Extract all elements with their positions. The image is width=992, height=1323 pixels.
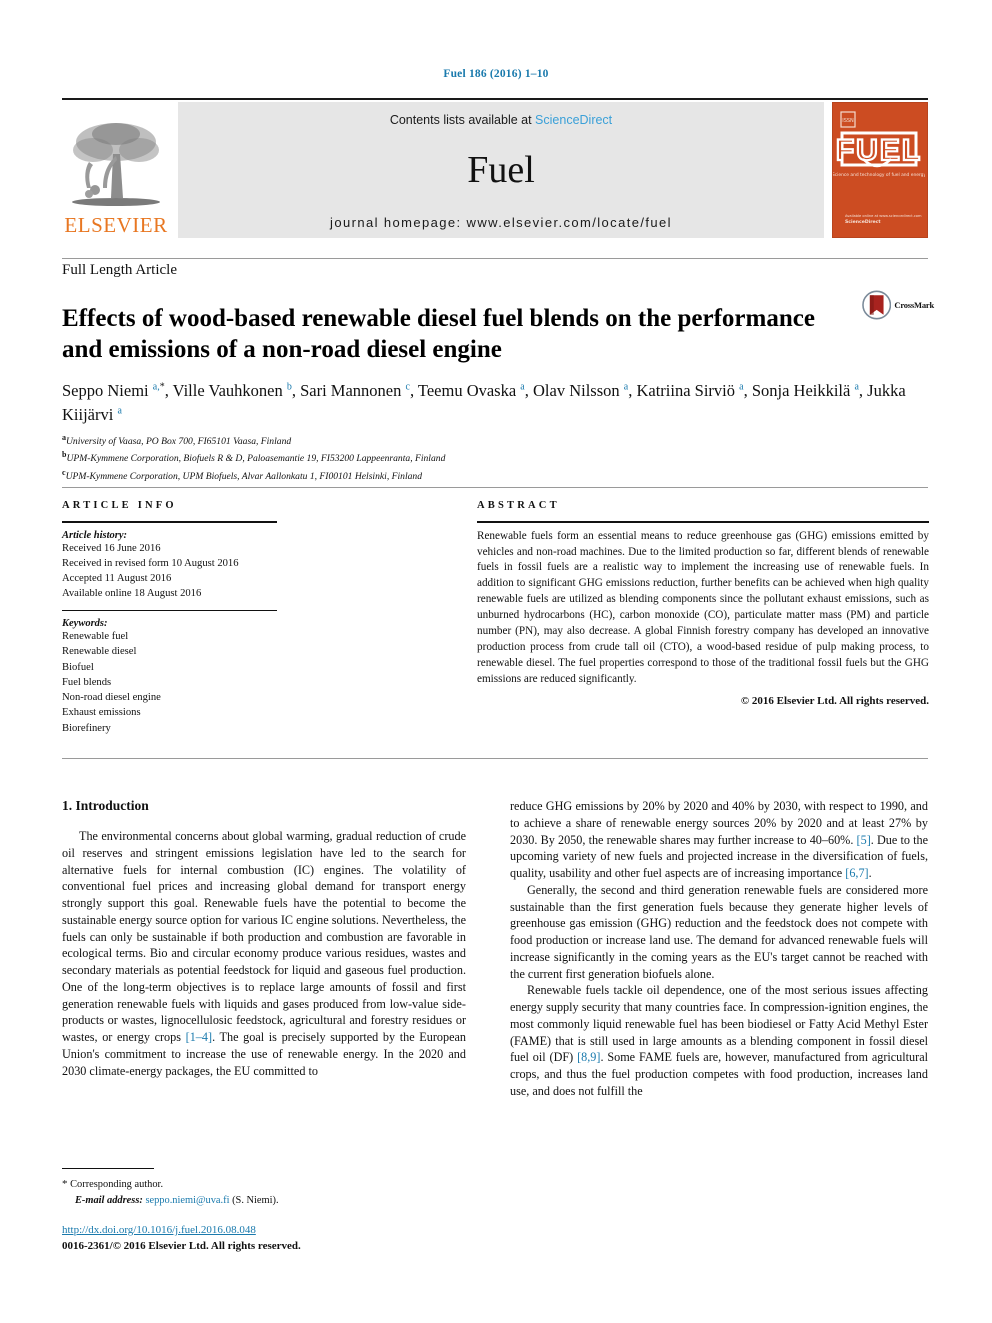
journal-homepage-link[interactable]: journal homepage: www.elsevier.com/locat… [330, 215, 672, 230]
email-line: E-mail address: seppo.niemi@uva.fi (S. N… [62, 1193, 462, 1209]
crossmark-badge[interactable]: CrossMark [862, 288, 934, 322]
email-link[interactable]: seppo.niemi@uva.fi [145, 1195, 229, 1206]
affiliation-text: UPM-Kymmene Corporation, UPM Biofuels, A… [65, 470, 422, 482]
keyword-item: Fuel blends [62, 676, 112, 688]
article-history-list: Received 16 June 2016 Received in revise… [62, 541, 422, 602]
abstract-copyright: © 2016 Elsevier Ltd. All rights reserved… [740, 694, 929, 707]
body-column-left: 1. Introduction The environmental concer… [62, 798, 466, 1079]
abstract-heading: ABSTRACT [477, 500, 560, 511]
email-label: E-mail address: [75, 1194, 143, 1206]
svg-text:Science and technology of fuel: Science and technology of fuel and energ… [833, 172, 925, 178]
keyword-item: Biorefinery [62, 722, 111, 734]
journal-cover-art: ISSN FUEL Science and technology of fuel… [833, 103, 926, 237]
affiliation-text: University of Vaasa, PO Box 700, FI65101… [66, 436, 292, 448]
article-history-label: Article history: [62, 529, 128, 541]
info-band-top-rule [62, 487, 928, 488]
contents-prefix: Contents lists available at [389, 113, 536, 127]
history-item: Received in revised form 10 August 2016 [62, 557, 239, 569]
article-info-rule [62, 521, 277, 523]
article-type-label: Full Length Article [62, 262, 177, 278]
affiliation-item: aUniversity of Vaasa, PO Box 700, FI6510… [62, 432, 762, 449]
crossmark-label: CrossMark [894, 300, 934, 310]
journal-band: Contents lists available at ScienceDirec… [178, 102, 824, 238]
elsevier-tree-icon [72, 123, 160, 206]
affiliation-text: UPM-Kymmene Corporation, Biofuels R & D,… [66, 453, 446, 465]
contents-available-line: Contents lists available at ScienceDirec… [390, 113, 612, 127]
abstract-rule [477, 521, 929, 523]
affiliation-item: bUPM-Kymmene Corporation, Biofuels R & D… [62, 449, 762, 466]
keyword-item: Renewable diesel [62, 646, 137, 658]
body-column-right: reduce GHG emissions by 20% by 2020 and … [510, 798, 928, 1100]
svg-text:FUEL: FUEL [836, 134, 922, 167]
svg-text:ISSN: ISSN [842, 118, 854, 124]
info-band-bottom-rule [62, 758, 928, 759]
keywords-label: Keywords: [62, 618, 108, 630]
svg-text:Available online at www.scienc: Available online at www.sciencedirect.co… [845, 214, 922, 218]
sciencedirect-link[interactable]: ScienceDirect [535, 113, 612, 127]
svg-text:ScienceDirect: ScienceDirect [845, 219, 881, 225]
email-owner: (S. Niemi). [232, 1194, 279, 1206]
page-title: Effects of wood-based renewable diesel f… [62, 304, 815, 364]
keywords-list: Renewable fuel Renewable diesel Biofuel … [62, 629, 422, 736]
corresponding-author-line: * Corresponding author. [62, 1176, 462, 1193]
corresponding-author-text: Corresponding author. [70, 1179, 164, 1190]
section-heading-introduction: 1. Introduction [62, 798, 149, 813]
abstract-column: ABSTRACT Renewable fuels form an essenti… [477, 500, 929, 707]
crossmark-icon [862, 290, 892, 320]
asterisk-icon: * [62, 1178, 68, 1190]
elsevier-wordmark: ELSEVIER [64, 213, 168, 237]
keyword-item: Non-road diesel engine [62, 692, 161, 704]
corresponding-author-footnote: * Corresponding author. E-mail address: … [62, 1176, 462, 1208]
history-item: Accepted 11 August 2016 [62, 573, 172, 585]
elsevier-logo: ELSEVIER [62, 102, 170, 238]
issn-copyright-line: 0016-2361/© 2016 Elsevier Ltd. All right… [62, 1240, 301, 1252]
journal-cover-thumbnail: ISSN FUEL Science and technology of fuel… [832, 102, 928, 238]
doi-link[interactable]: http://dx.doi.org/10.1016/j.fuel.2016.08… [62, 1224, 256, 1236]
history-item: Available online 18 August 2016 [62, 588, 202, 600]
author-list: Seppo Niemi a,*, Ville Vauhkonen b, Sari… [62, 381, 906, 424]
article-info-heading: ARTICLE INFO [62, 500, 177, 511]
footnote-rule [62, 1168, 154, 1170]
keyword-item: Exhaust emissions [62, 707, 141, 719]
article-type-rule [62, 258, 928, 259]
keywords-rule [62, 609, 277, 612]
history-item: Received 16 June 2016 [62, 542, 161, 554]
keyword-item: Renewable fuel [62, 631, 129, 643]
affiliation-item: cUPM-Kymmene Corporation, UPM Biofuels, … [62, 467, 762, 484]
keyword-item: Biofuel [62, 661, 94, 673]
paper-page: Fuel 186 (2016) 1–10 ELSEVIER Contents l… [0, 0, 992, 1323]
affiliation-list: aUniversity of Vaasa, PO Box 700, FI6510… [62, 432, 762, 484]
body-paragraph: Generally, the second and third generati… [510, 882, 928, 981]
running-head: Fuel 186 (2016) 1–10 [443, 68, 549, 80]
body-paragraph: Renewable fuels tackle oil dependence, o… [510, 983, 928, 1099]
article-info-column: ARTICLE INFO Article history: Received 1… [62, 500, 422, 736]
journal-title: Fuel [467, 149, 535, 191]
journal-masthead: ELSEVIER Contents lists available at Sci… [62, 98, 928, 238]
body-paragraph: The environmental concerns about global … [62, 829, 467, 1078]
body-paragraph: reduce GHG emissions by 20% by 2020 and … [510, 799, 928, 881]
abstract-text: Renewable fuels form an essential means … [477, 529, 929, 685]
